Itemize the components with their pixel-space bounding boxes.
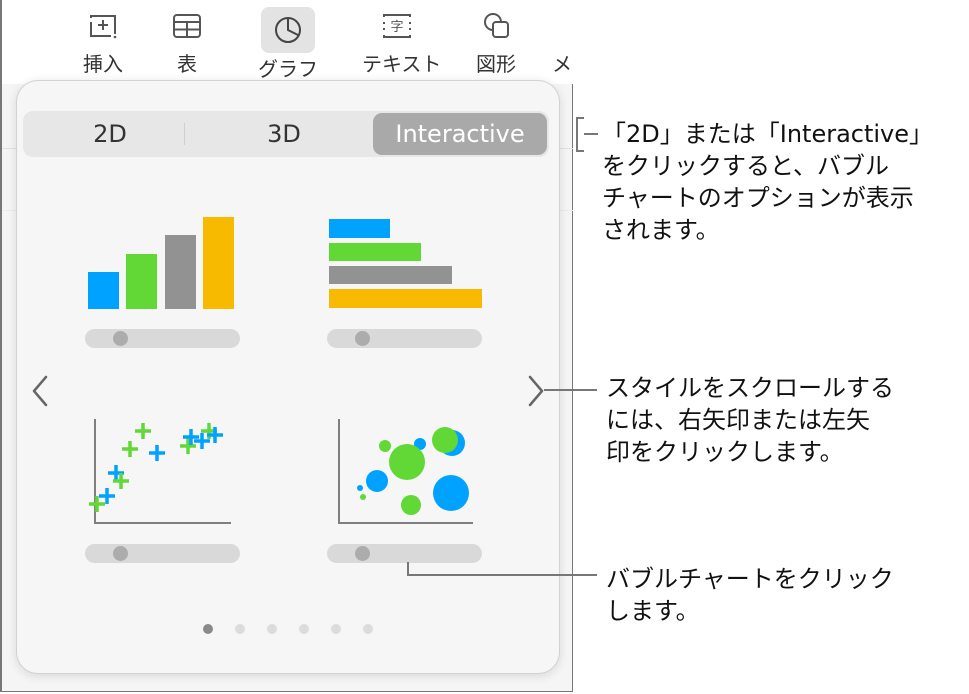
chart-pie-icon xyxy=(261,7,315,53)
bar xyxy=(329,289,482,308)
bubble xyxy=(432,427,458,453)
segment-divider xyxy=(184,123,185,145)
toolbar-media-button[interactable]: メ xyxy=(552,8,574,77)
page-dot[interactable] xyxy=(299,624,309,634)
bubble-chart-icon xyxy=(338,419,473,524)
bubble xyxy=(401,495,421,515)
slider-knob[interactable] xyxy=(113,546,128,561)
svg-text:字: 字 xyxy=(390,20,403,35)
bubble xyxy=(366,470,388,492)
scroll-left-arrow[interactable] xyxy=(25,371,55,411)
app-window: 挿入 表 グラフ 字 テキスト 図形 メ 2D 3D Interactive xyxy=(0,0,573,692)
toolbar-chart-button[interactable]: グラフ xyxy=(253,7,323,82)
bubble xyxy=(433,475,469,511)
page-dot[interactable] xyxy=(363,624,373,634)
toolbar: 挿入 表 グラフ 字 テキスト 図形 メ xyxy=(2,0,573,84)
insert-icon xyxy=(85,8,121,44)
slider-knob[interactable] xyxy=(355,331,370,346)
chart-type-segmented-control: 2D 3D Interactive xyxy=(23,111,549,157)
page-indicator xyxy=(203,624,373,634)
column-bar xyxy=(165,235,196,309)
callout-line: チャートのオプションが表示 xyxy=(602,184,914,212)
toolbar-shape-label: 図形 xyxy=(476,52,516,76)
scatter-chart-variation-slider[interactable] xyxy=(85,544,240,563)
chevron-left-icon xyxy=(32,375,48,407)
column-bar xyxy=(88,272,119,309)
page-dot[interactable] xyxy=(331,624,341,634)
tab-interactive[interactable]: Interactive xyxy=(373,113,547,155)
scatter-chart-thumbnail[interactable] xyxy=(85,411,240,566)
bar-chart-thumbnail[interactable] xyxy=(327,211,482,351)
slider-knob[interactable] xyxy=(355,546,370,561)
scatter-chart-icon xyxy=(89,419,231,524)
callout-bracket xyxy=(576,117,584,119)
bubble xyxy=(379,440,391,452)
toolbar-insert-button[interactable]: 挿入 xyxy=(68,8,138,77)
callout-leader-line xyxy=(544,389,597,391)
scroll-right-arrow[interactable] xyxy=(521,371,551,411)
chevron-right-icon xyxy=(528,375,544,407)
scatter-point xyxy=(99,488,115,504)
toolbar-chart-label: グラフ xyxy=(258,57,318,81)
bar xyxy=(329,266,452,284)
column-chart-thumbnail[interactable] xyxy=(85,211,240,351)
column-bar xyxy=(126,254,157,309)
callout-line: には、右矢印または左矢 xyxy=(606,406,870,434)
page-dot[interactable] xyxy=(203,624,213,634)
callout-bracket xyxy=(576,117,578,152)
toolbar-insert-label: 挿入 xyxy=(83,52,123,76)
bar-chart-variation-slider[interactable] xyxy=(327,329,482,348)
slider-knob[interactable] xyxy=(113,331,128,346)
callout-leader-line xyxy=(407,574,597,576)
shape-icon xyxy=(478,8,514,44)
callout-line: します。 xyxy=(606,597,700,625)
tab-2d[interactable]: 2D xyxy=(23,111,197,157)
callout-leader-line xyxy=(584,133,598,135)
column-chart-variation-slider[interactable] xyxy=(85,329,240,348)
toolbar-text-button[interactable]: 字 テキスト xyxy=(362,8,442,77)
callout-line: をクリックすると、バブル xyxy=(602,152,890,180)
bubble xyxy=(389,444,425,480)
bubble xyxy=(360,494,366,500)
table-icon xyxy=(169,8,205,44)
bar xyxy=(329,219,390,238)
callout-line: バブルチャートをクリック xyxy=(606,565,894,593)
scatter-point xyxy=(149,445,165,461)
page-dot[interactable] xyxy=(267,624,277,634)
callout-line: されます。 xyxy=(602,216,720,244)
bar xyxy=(329,243,421,261)
tab-3d[interactable]: 3D xyxy=(197,111,371,157)
toolbar-media-label: メ xyxy=(552,52,572,76)
text-box-icon: 字 xyxy=(379,8,415,44)
bar-chart-icon xyxy=(329,219,482,308)
bubble-chart-variation-slider[interactable] xyxy=(327,544,482,563)
column-bar xyxy=(203,217,234,309)
scatter-point xyxy=(89,496,105,512)
scatter-point xyxy=(180,438,196,454)
callout-scroll-note: スタイルをスクロールする には、右矢印または左矢 印をクリックします。 xyxy=(606,372,894,468)
scatter-point xyxy=(135,423,151,439)
toolbar-table-label: 表 xyxy=(177,52,197,76)
callout-line: 印をクリックします。 xyxy=(606,438,844,466)
column-chart-icon xyxy=(88,217,234,309)
callout-line: 「2D」または「Interactive」 xyxy=(602,120,934,148)
callout-bracket xyxy=(576,150,584,152)
toolbar-shape-button[interactable]: 図形 xyxy=(461,8,531,77)
toolbar-text-label: テキスト xyxy=(362,52,442,76)
bubble xyxy=(357,485,363,491)
toolbar-table-button[interactable]: 表 xyxy=(152,8,222,77)
callout-bubble-note: バブルチャートをクリック します。 xyxy=(606,563,894,627)
bubble-chart-thumbnail[interactable] xyxy=(327,411,482,566)
chart-popover: 2D 3D Interactive xyxy=(16,80,560,674)
callout-line: スタイルをスクロールする xyxy=(606,374,894,402)
page-dot[interactable] xyxy=(235,624,245,634)
callout-tabs-note: 「2D」または「Interactive」 をクリックすると、バブル チャートのオ… xyxy=(602,118,933,246)
scatter-point xyxy=(122,441,138,457)
media-icon xyxy=(558,8,568,44)
